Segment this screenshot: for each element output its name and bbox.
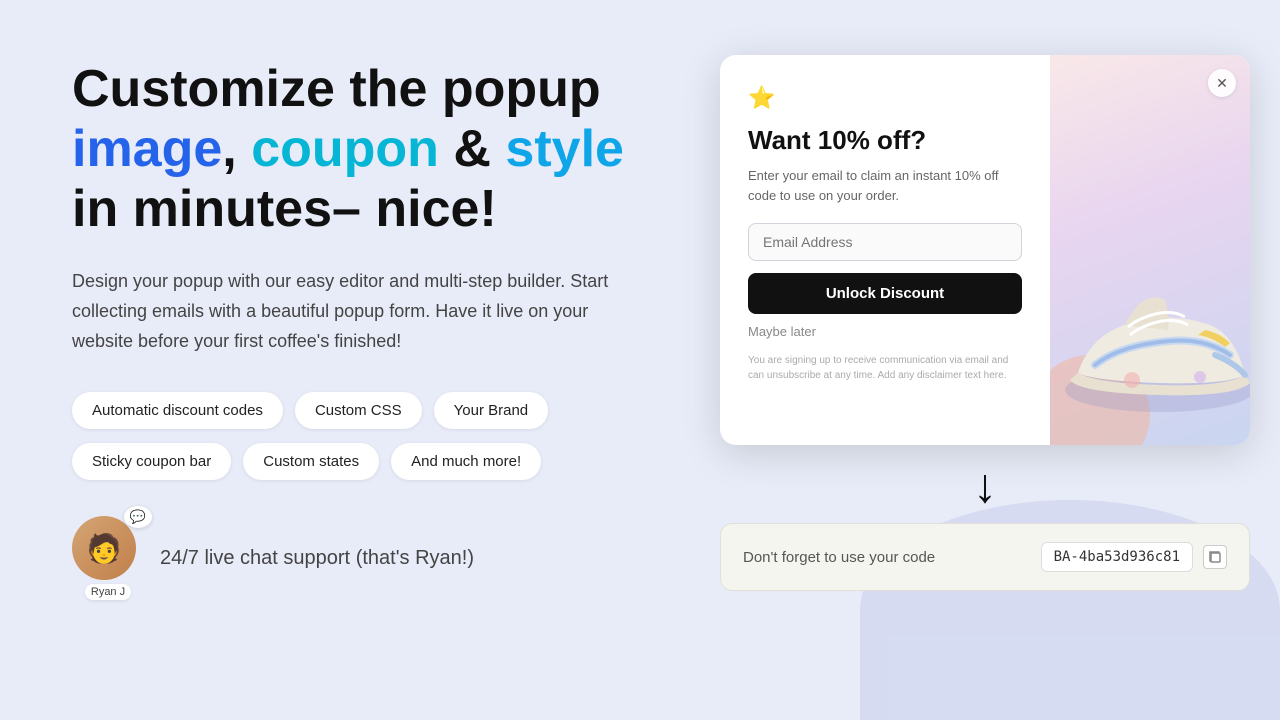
unlock-discount-button[interactable]: Unlock Discount (748, 273, 1022, 314)
tag-your-brand: Your Brand (434, 392, 549, 429)
tags-row-2: Sticky coupon bar Custom states And much… (72, 443, 692, 480)
popup-subtext: Enter your email to claim an instant 10%… (748, 166, 1022, 205)
heading-line3: in minutes– nice! (72, 180, 497, 238)
copy-icon[interactable] (1203, 545, 1227, 569)
tag-sticky-coupon: Sticky coupon bar (72, 443, 231, 480)
right-section: ✕ ⭐ Want 10% off? Enter your email to cl… (720, 55, 1250, 591)
support-subtext: (that's Ryan!) (356, 547, 474, 569)
coupon-label: Don't forget to use your code (743, 549, 935, 566)
popup-left-panel: ⭐ Want 10% off? Enter your email to clai… (720, 55, 1050, 445)
tag-discount-codes: Automatic discount codes (72, 392, 283, 429)
email-input[interactable] (748, 223, 1022, 261)
close-button[interactable]: ✕ (1208, 69, 1236, 97)
support-text: 24/7 live chat support (that's Ryan!) (160, 547, 474, 570)
popup-card: ✕ ⭐ Want 10% off? Enter your email to cl… (720, 55, 1250, 445)
tag-more: And much more! (391, 443, 541, 480)
avatar-wrapper: 💬 🧑 Ryan J (72, 516, 144, 600)
tag-custom-states: Custom states (243, 443, 379, 480)
maybe-later-link[interactable]: Maybe later (748, 324, 1022, 339)
main-heading: Customize the popup image, coupon & styl… (72, 60, 692, 239)
star-icon: ⭐ (748, 85, 1022, 111)
avatar: 🧑 (72, 516, 136, 580)
heading-line1: Customize the popup (72, 60, 601, 118)
heading-coupon: coupon (251, 120, 439, 178)
tag-custom-css: Custom CSS (295, 392, 422, 429)
left-section: Customize the popup image, coupon & styl… (72, 60, 692, 600)
heading-style: style (505, 120, 624, 178)
tags-row-1: Automatic discount codes Custom CSS Your… (72, 392, 692, 429)
sneaker-illustration (1050, 235, 1250, 435)
popup-disclaimer: You are signing up to receive communicat… (748, 353, 1022, 383)
heading-image: image (72, 120, 222, 178)
description-text: Design your popup with our easy editor a… (72, 267, 652, 356)
coupon-code-wrapper: BA-4ba53d936c81 (1041, 542, 1227, 572)
popup-right-panel (1050, 55, 1250, 445)
coupon-bar: Don't forget to use your code BA-4ba53d9… (720, 523, 1250, 591)
arrow-down: ↓ (720, 463, 1250, 511)
chat-bubble-icon: 💬 (124, 506, 152, 528)
heading-ampersand: & (453, 120, 505, 178)
support-section: 💬 🧑 Ryan J 24/7 live chat support (that'… (72, 516, 692, 600)
popup-heading: Want 10% off? (748, 125, 1022, 156)
coupon-code: BA-4ba53d936c81 (1041, 542, 1193, 572)
avatar-name: Ryan J (85, 584, 131, 600)
